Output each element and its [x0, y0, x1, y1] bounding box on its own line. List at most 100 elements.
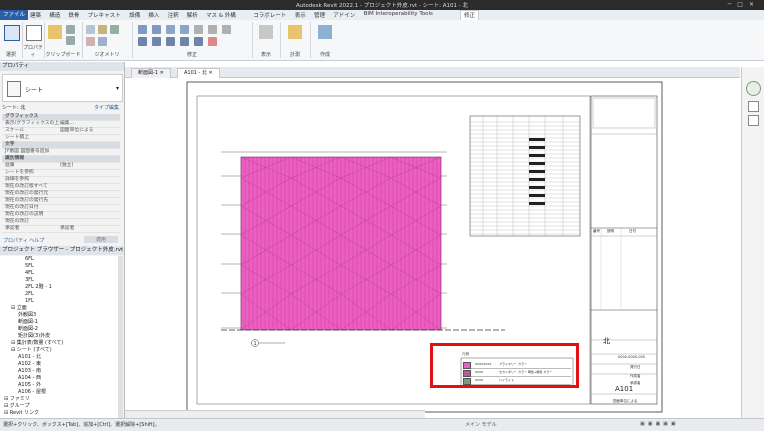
paste-icon[interactable]: [48, 25, 62, 39]
wall-joins-icon[interactable]: [86, 37, 95, 46]
browser-item[interactable]: ⊟ グループ: [4, 403, 29, 410]
browser-item[interactable]: 6FL: [25, 256, 34, 263]
split-icon[interactable]: [194, 25, 203, 34]
property-row[interactable]: 現在の改訂の説明: [2, 212, 120, 219]
scale-icon[interactable]: [194, 37, 203, 46]
browser-item[interactable]: 2FL: [25, 291, 34, 298]
ribbon-tab-2[interactable]: 構造: [49, 11, 60, 19]
ribbon-tab-9[interactable]: マス & 外構: [206, 11, 236, 19]
group-geometry[interactable]: ジオメトリ: [82, 22, 133, 58]
zoom-icon[interactable]: [748, 101, 759, 112]
browser-item[interactable]: A104 - 西: [18, 375, 41, 382]
ribbon-tab-13[interactable]: アドイン: [333, 11, 355, 19]
split-face-icon[interactable]: [98, 37, 107, 46]
zoom-region-icon[interactable]: [748, 115, 759, 126]
group-select[interactable]: 選択: [0, 22, 23, 58]
join-icon[interactable]: [110, 25, 119, 34]
browser-item[interactable]: 矩計図(3)外皮: [18, 333, 50, 340]
browser-item[interactable]: ⊟ シート (すべて): [11, 347, 52, 354]
cut-geometry-icon[interactable]: [98, 25, 107, 34]
browser-item[interactable]: A102 - 東: [18, 361, 41, 368]
group-modify[interactable]: 修正: [132, 22, 253, 58]
group-properties[interactable]: プロパティ: [22, 22, 45, 58]
property-row[interactable]: JY番図 図面番号追加: [2, 149, 120, 156]
group-create[interactable]: 作成: [310, 22, 340, 58]
browser-item[interactable]: 断面図-2: [18, 326, 38, 333]
pin-icon[interactable]: [222, 25, 231, 34]
browser-item[interactable]: A106 - 屋根: [18, 389, 46, 396]
group-view[interactable]: 表示: [252, 22, 281, 58]
ribbon-tab-10[interactable]: コラボレート: [253, 11, 286, 19]
ribbon-tab-1[interactable]: 建築: [30, 11, 41, 19]
properties-help-link[interactable]: プロパティ ヘルプ: [3, 237, 44, 244]
copy-element-icon[interactable]: [152, 37, 161, 46]
browser-item[interactable]: 1FL: [25, 298, 34, 305]
browser-item[interactable]: A101 - 北: [18, 354, 41, 361]
browser-item[interactable]: ⊟ 集計表/数量 (すべて): [11, 340, 63, 347]
browser-scrollbar[interactable]: [118, 256, 123, 418]
rotate-icon[interactable]: [166, 37, 175, 46]
browser-item[interactable]: ⊟ ファミリ: [4, 396, 30, 403]
property-row[interactable]: 現在の改訂: [2, 219, 120, 226]
property-row[interactable]: シートを参照: [2, 170, 120, 177]
ribbon-tab-4[interactable]: プレキャスト: [88, 11, 121, 19]
ribbon-tab-8[interactable]: 解析: [187, 11, 198, 19]
mirror-draw-icon[interactable]: [180, 25, 189, 34]
browser-item[interactable]: 4FL: [25, 270, 34, 277]
chevron-down-icon[interactable]: ▾: [116, 85, 119, 92]
mirror-icon[interactable]: [166, 25, 175, 34]
cope-icon[interactable]: [86, 25, 95, 34]
ribbon-tab-3[interactable]: 鉄骨: [68, 11, 79, 19]
create-icon[interactable]: [318, 25, 332, 39]
ribbon-tab-11[interactable]: 表示: [295, 11, 306, 19]
edit-type-button[interactable]: タイプ編集: [94, 104, 119, 111]
window-controls[interactable]: ─□✕: [728, 1, 760, 8]
properties-icon[interactable]: [26, 25, 42, 41]
browser-item[interactable]: ⊟ 立面: [11, 305, 27, 312]
copy-icon[interactable]: [66, 36, 75, 45]
selection-filter-icons[interactable]: ▣▣▣▣▣: [640, 421, 679, 427]
property-row[interactable]: 従属 (独立): [2, 163, 120, 170]
group-clipboard[interactable]: クリップボード: [44, 22, 83, 58]
steering-wheel-icon[interactable]: [746, 81, 761, 96]
drawing-canvas[interactable]: 1 凡例 北 0000-0000-000 発行日 作成者 承認者 A101 図面…: [125, 78, 740, 418]
trim-icon[interactable]: [208, 25, 217, 34]
cut-icon[interactable]: [66, 25, 75, 34]
view-icon[interactable]: [259, 25, 273, 39]
property-row[interactable]: シート積上: [2, 135, 120, 142]
measure-icon[interactable]: [288, 25, 302, 39]
align-icon[interactable]: [138, 25, 147, 34]
property-row[interactable]: 現在の改訂の発行先: [2, 198, 120, 205]
tab-sheet-a101[interactable]: A101 - 北 ✕: [177, 68, 220, 78]
browser-item[interactable]: 3FL: [25, 277, 34, 284]
ribbon-tab-5[interactable]: 設備: [129, 11, 140, 19]
tab-section-1[interactable]: 断面図-1 ✕: [131, 68, 171, 78]
browser-item[interactable]: ⊟ Revit リンク: [4, 410, 39, 417]
apply-button[interactable]: 適用: [84, 236, 118, 243]
move-icon[interactable]: [138, 37, 147, 46]
browser-item[interactable]: A103 - 南: [18, 368, 41, 375]
group-measure[interactable]: 計測: [280, 22, 311, 58]
ribbon-tab-6[interactable]: 挿入: [148, 11, 159, 19]
instance-selector[interactable]: シート: 北 タイプ編集: [2, 104, 121, 112]
property-row[interactable]: 現在の改訂版すべて: [2, 184, 120, 191]
ribbon-tab-12[interactable]: 管理: [314, 11, 325, 19]
property-row[interactable]: 現在の改訂の発行元: [2, 191, 120, 198]
ribbon-tab-7[interactable]: 注釈: [168, 11, 179, 19]
property-row[interactable]: 承認者 承認者: [2, 226, 120, 233]
browser-item[interactable]: A105 - 外: [18, 382, 41, 389]
active-model[interactable]: メイン モデル: [465, 421, 497, 428]
browser-item[interactable]: 2FL 2階 - 1: [25, 284, 52, 291]
property-row[interactable]: スケール 図面単位による: [2, 128, 120, 135]
ribbon-tab-14[interactable]: BIM Interoperability Tools: [364, 11, 433, 17]
property-row[interactable]: 表示/グラフィックスの上... 編集...: [2, 121, 120, 128]
type-selector[interactable]: シート ▾: [2, 74, 123, 102]
browser-item[interactable]: 外観図3: [18, 312, 36, 319]
offset-icon[interactable]: [152, 25, 161, 34]
delete-icon[interactable]: [208, 37, 217, 46]
browser-item[interactable]: 断面図-1: [18, 319, 38, 326]
property-row[interactable]: 詳細を参照: [2, 177, 120, 184]
ribbon-tab-0[interactable]: ファイル: [0, 10, 29, 20]
browser-item[interactable]: 5FL: [25, 263, 34, 270]
array-icon[interactable]: [180, 37, 189, 46]
